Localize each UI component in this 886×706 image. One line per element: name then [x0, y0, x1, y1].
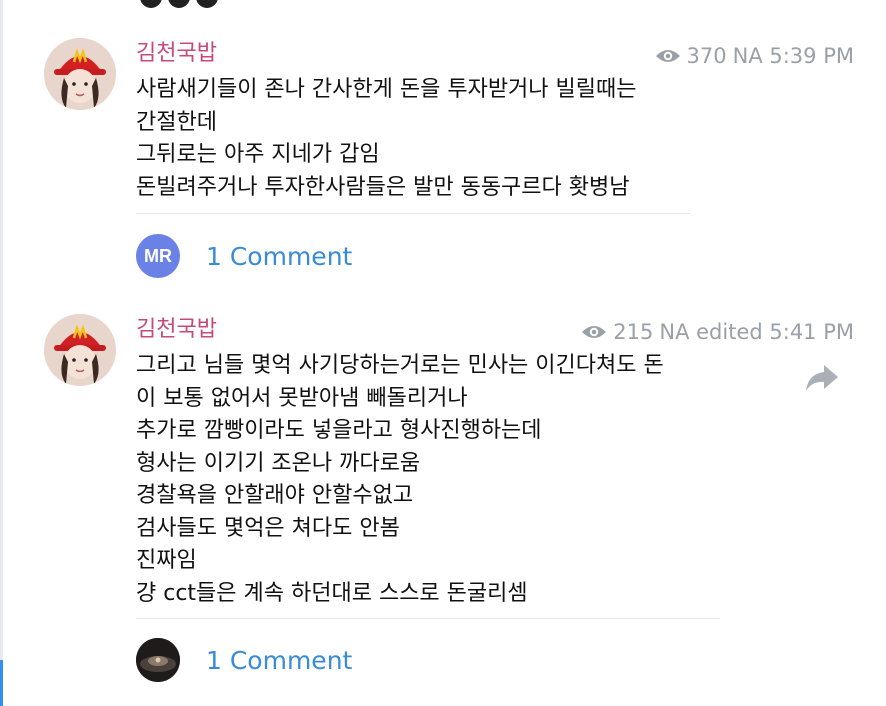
previous-post-fragment: [140, 0, 260, 8]
post-line: 그뒤로는 아주 지네가 갑임: [136, 142, 380, 167]
post-line: 형사는 이기기 조온나 까다로움: [136, 450, 421, 476]
view-count: 215: [613, 320, 654, 344]
comments-count-label[interactable]: 1 Comment: [206, 242, 352, 271]
post-line: 걍 cct들은 계속 하던대로 스스로 돈굴리셈: [136, 580, 528, 606]
post-line: 그리고 님들 몇억 사기당하는거로는 민사는 이긴다쳐도 돈: [136, 353, 664, 378]
author-name[interactable]: 김천국밥: [136, 40, 217, 68]
author-avatar[interactable]: [44, 38, 116, 110]
share-arrow-icon: [806, 365, 838, 391]
post-line: 이 보통 없어서 못받아냄 빼돌리거나: [136, 385, 468, 411]
post-line: 사람새기들이 존나 간사한게 돈을 투자받거나 빌릴때는: [136, 77, 637, 102]
author-avatar[interactable]: [44, 314, 116, 386]
post-meta: 370 NA 5:39 PM: [655, 42, 854, 70]
comments-count-label[interactable]: 1 Comment: [206, 646, 352, 675]
post-line: 검사들도 몇억은 쳐다도 안봄: [136, 515, 400, 541]
comments-divider: [136, 618, 720, 619]
post-time: NA edited 5:41 PM: [659, 320, 854, 344]
comments-button[interactable]: MR 1 Comment: [136, 234, 352, 278]
post-text: 그리고 님들 몇억 사기당하는거로는 민사는 이긴다쳐도 돈 이 보통 없어서 …: [136, 350, 664, 610]
selection-indicator: [0, 660, 3, 706]
post-line: 돈빌려주거나 투자한사람들은 발만 동동구르다 홧병남: [136, 174, 630, 200]
commenter-avatar: MR: [136, 234, 180, 278]
share-button[interactable]: [804, 362, 840, 394]
post-line: 추가로 깜빵이라도 넣을라고 형사진행하는데: [136, 418, 542, 443]
commenter-avatar: [136, 638, 180, 682]
post-time: NA 5:39 PM: [732, 44, 854, 68]
post-line: 진짜임: [136, 548, 197, 573]
left-panel-border: [0, 0, 3, 706]
post-line: 간절한데: [136, 109, 217, 135]
eye-icon: [582, 326, 607, 338]
post-line: 경찰욕을 안할래야 안할수없고: [136, 483, 414, 508]
view-count: 370: [686, 44, 727, 68]
eye-icon: [655, 50, 680, 62]
post-meta: 215 NA edited 5:41 PM: [581, 318, 854, 346]
comments-button[interactable]: 1 Comment: [136, 638, 352, 682]
author-name[interactable]: 김천국밥: [136, 316, 217, 344]
comments-divider: [136, 213, 690, 214]
post-text: 사람새기들이 존나 간사한게 돈을 투자받거나 빌릴때는 간절한데 그뒤로는 아…: [136, 74, 637, 204]
